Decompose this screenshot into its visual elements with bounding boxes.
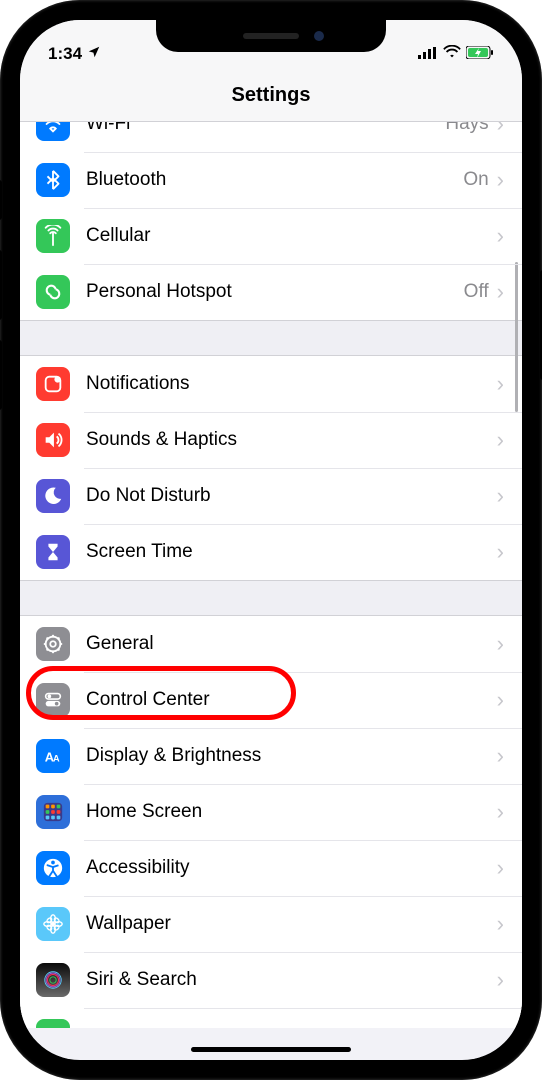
settings-row-display[interactable]: AA Display & Brightness ›	[20, 728, 522, 784]
speaker-grille	[243, 33, 299, 39]
nav-header: Settings	[20, 68, 522, 122]
toggles-icon	[36, 683, 70, 717]
wifi-icon	[443, 45, 461, 64]
speaker-icon	[36, 423, 70, 457]
mute-switch	[0, 180, 2, 220]
chevron-right-icon: ›	[497, 967, 504, 993]
row-label: Siri & Search	[86, 969, 497, 991]
unknown-icon	[36, 1019, 70, 1028]
link-icon	[36, 275, 70, 309]
row-value: Off	[464, 281, 489, 303]
page-title: Settings	[20, 84, 522, 107]
chevron-right-icon: ›	[497, 223, 504, 249]
settings-row-general[interactable]: General ›	[20, 616, 522, 672]
row-label: Sounds & Haptics	[86, 429, 497, 451]
location-arrow-icon	[87, 44, 101, 64]
settings-row-wallpaper[interactable]: Wallpaper ›	[20, 896, 522, 952]
accessibility-icon	[36, 851, 70, 885]
siri-icon	[36, 963, 70, 997]
chevron-right-icon: ›	[497, 743, 504, 769]
settings-row-home-screen[interactable]: Home Screen ›	[20, 784, 522, 840]
row-label: Accessibility	[86, 857, 497, 879]
row-label: Home Screen	[86, 801, 497, 823]
settings-row-screentime[interactable]: Screen Time ›	[20, 524, 522, 580]
volume-up-button	[0, 250, 2, 320]
chevron-right-icon: ›	[497, 539, 504, 565]
flower-icon	[36, 907, 70, 941]
chevron-right-icon: ›	[497, 483, 504, 509]
settings-row-siri[interactable]: Siri & Search ›	[20, 952, 522, 1008]
settings-row-cellular[interactable]: Cellular ›	[20, 208, 522, 264]
chevron-right-icon: ›	[497, 167, 504, 193]
row-label: Bluetooth	[86, 169, 463, 191]
bluetooth-icon	[36, 163, 70, 197]
gear-icon	[36, 627, 70, 661]
row-label: Personal Hotspot	[86, 281, 464, 303]
front-camera	[314, 31, 324, 41]
text-size-icon: AA	[36, 739, 70, 773]
chevron-right-icon: ›	[497, 855, 504, 881]
home-indicator[interactable]	[191, 1047, 351, 1052]
row-label: Cellular	[86, 225, 497, 247]
row-label: Notifications	[86, 373, 497, 395]
battery-charging-icon	[466, 46, 494, 64]
cellular-signal-icon	[418, 46, 438, 64]
group-separator	[20, 580, 522, 616]
hourglass-icon	[36, 535, 70, 569]
settings-row-sounds[interactable]: Sounds & Haptics ›	[20, 412, 522, 468]
chevron-right-icon: ›	[497, 279, 504, 305]
chevron-right-icon: ›	[497, 427, 504, 453]
settings-group-alerts: Notifications › Sounds & Haptics › Do No…	[20, 356, 522, 580]
chevron-right-icon: ›	[497, 799, 504, 825]
status-time: 1:34	[48, 44, 82, 64]
chevron-right-icon: ›	[497, 122, 504, 137]
settings-row-partial[interactable]	[20, 1008, 522, 1028]
row-label: General	[86, 633, 497, 655]
group-separator	[20, 320, 522, 356]
chevron-right-icon: ›	[497, 687, 504, 713]
settings-row-wifi[interactable]: Wi-Fi Hays ›	[20, 122, 522, 152]
settings-row-accessibility[interactable]: Accessibility ›	[20, 840, 522, 896]
row-label: Wi-Fi	[86, 122, 445, 135]
row-label: Display & Brightness	[86, 745, 497, 767]
row-label: Control Center	[86, 689, 497, 711]
settings-row-notifications[interactable]: Notifications ›	[20, 356, 522, 412]
volume-down-button	[0, 340, 2, 410]
moon-icon	[36, 479, 70, 513]
settings-row-control-center[interactable]: Control Center ›	[20, 672, 522, 728]
settings-row-hotspot[interactable]: Personal Hotspot Off ›	[20, 264, 522, 320]
chevron-right-icon: ›	[497, 631, 504, 657]
chevron-right-icon: ›	[497, 911, 504, 937]
settings-list[interactable]: Wi-Fi Hays › Bluetooth On › Cellul	[20, 122, 522, 1059]
settings-row-bluetooth[interactable]: Bluetooth On ›	[20, 152, 522, 208]
settings-group-device: General › Control Center › AA	[20, 616, 522, 1028]
antenna-icon	[36, 219, 70, 253]
settings-group-connectivity: Wi-Fi Hays › Bluetooth On › Cellul	[20, 122, 522, 320]
phone-frame: 1:34	[0, 0, 542, 1080]
screen: 1:34	[20, 20, 522, 1060]
svg-text:A: A	[53, 754, 60, 764]
grid-icon	[36, 795, 70, 829]
chevron-right-icon: ›	[497, 371, 504, 397]
row-label: Screen Time	[86, 541, 497, 563]
notch	[156, 20, 386, 52]
notifications-icon	[36, 367, 70, 401]
row-value: On	[463, 169, 488, 191]
row-label: Do Not Disturb	[86, 485, 497, 507]
wifi-icon	[36, 122, 70, 141]
settings-row-dnd[interactable]: Do Not Disturb ›	[20, 468, 522, 524]
row-label: Wallpaper	[86, 913, 497, 935]
row-value: Hays	[445, 122, 488, 135]
